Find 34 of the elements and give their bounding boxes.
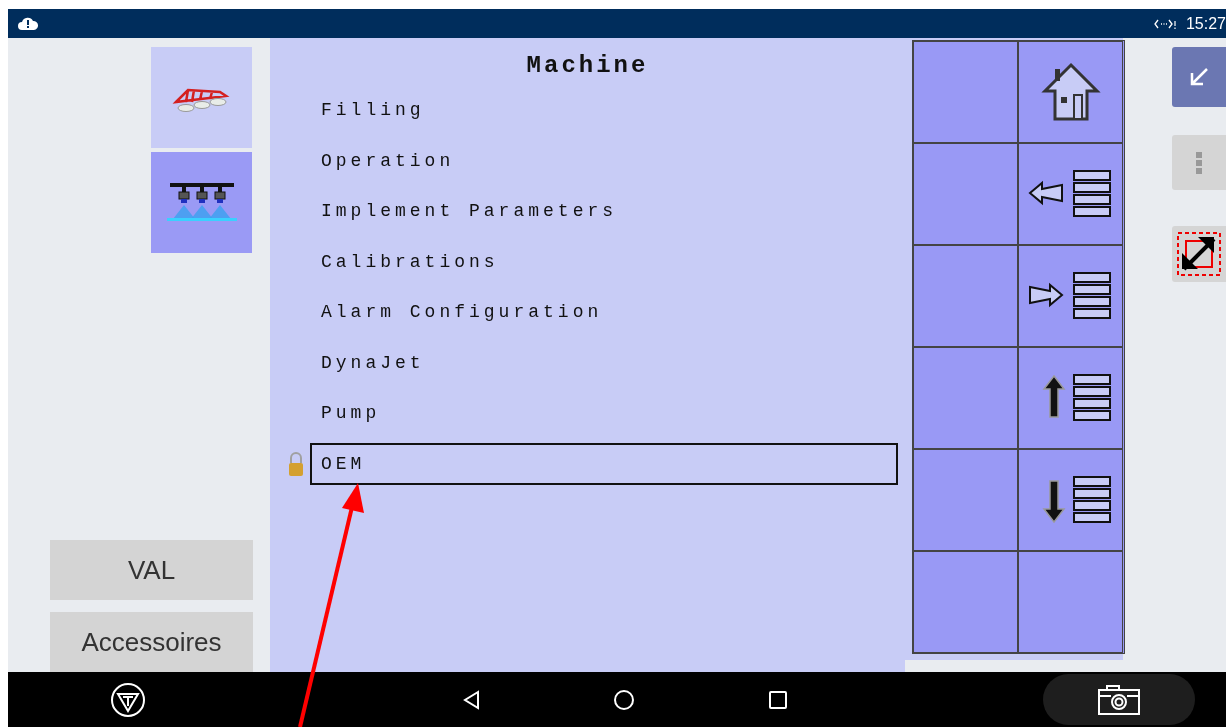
menu-item[interactable]: Implement Parameters bbox=[310, 190, 898, 233]
menu-item[interactable]: DynaJet bbox=[310, 341, 898, 384]
minimize-button[interactable] bbox=[1172, 47, 1226, 107]
softkey[interactable] bbox=[1018, 245, 1123, 347]
home-icon bbox=[1040, 61, 1101, 123]
screenshot-button[interactable] bbox=[1043, 674, 1195, 725]
softkey[interactable] bbox=[1018, 41, 1123, 143]
menu-item[interactable]: Filling bbox=[310, 89, 898, 132]
menu-item[interactable]: Alarm Configuration bbox=[310, 291, 898, 334]
back-icon[interactable] bbox=[462, 689, 482, 710]
softkey[interactable] bbox=[1018, 449, 1123, 551]
stop-icon bbox=[110, 681, 146, 718]
resize-icon bbox=[1176, 231, 1222, 277]
menu-title: Machine bbox=[525, 52, 650, 79]
arrow-right-list-icon bbox=[1027, 271, 1114, 321]
menu-item[interactable]: OEM bbox=[310, 442, 898, 485]
implement-tile[interactable] bbox=[151, 47, 252, 148]
softkey[interactable] bbox=[1018, 347, 1123, 449]
nozzle-tile[interactable] bbox=[151, 152, 252, 253]
home-icon[interactable] bbox=[613, 688, 635, 711]
side-button[interactable]: VAL bbox=[50, 540, 253, 600]
menu-item[interactable]: Pump bbox=[310, 392, 898, 435]
resize-button[interactable] bbox=[1172, 226, 1226, 282]
status-time: 15:27 bbox=[1185, 14, 1226, 33]
softkey[interactable] bbox=[1018, 143, 1123, 245]
camera-icon bbox=[1097, 683, 1141, 716]
side-button[interactable]: Accessoires bbox=[50, 612, 253, 672]
menu-item[interactable]: Operation bbox=[310, 139, 898, 182]
arrow-left-list-icon bbox=[1027, 169, 1114, 219]
recents-icon[interactable] bbox=[768, 689, 788, 710]
network-icon bbox=[1153, 17, 1176, 30]
cloud-alert-icon bbox=[18, 15, 38, 32]
kebab-icon bbox=[1196, 151, 1202, 174]
menu-item[interactable]: Calibrations bbox=[310, 240, 898, 283]
